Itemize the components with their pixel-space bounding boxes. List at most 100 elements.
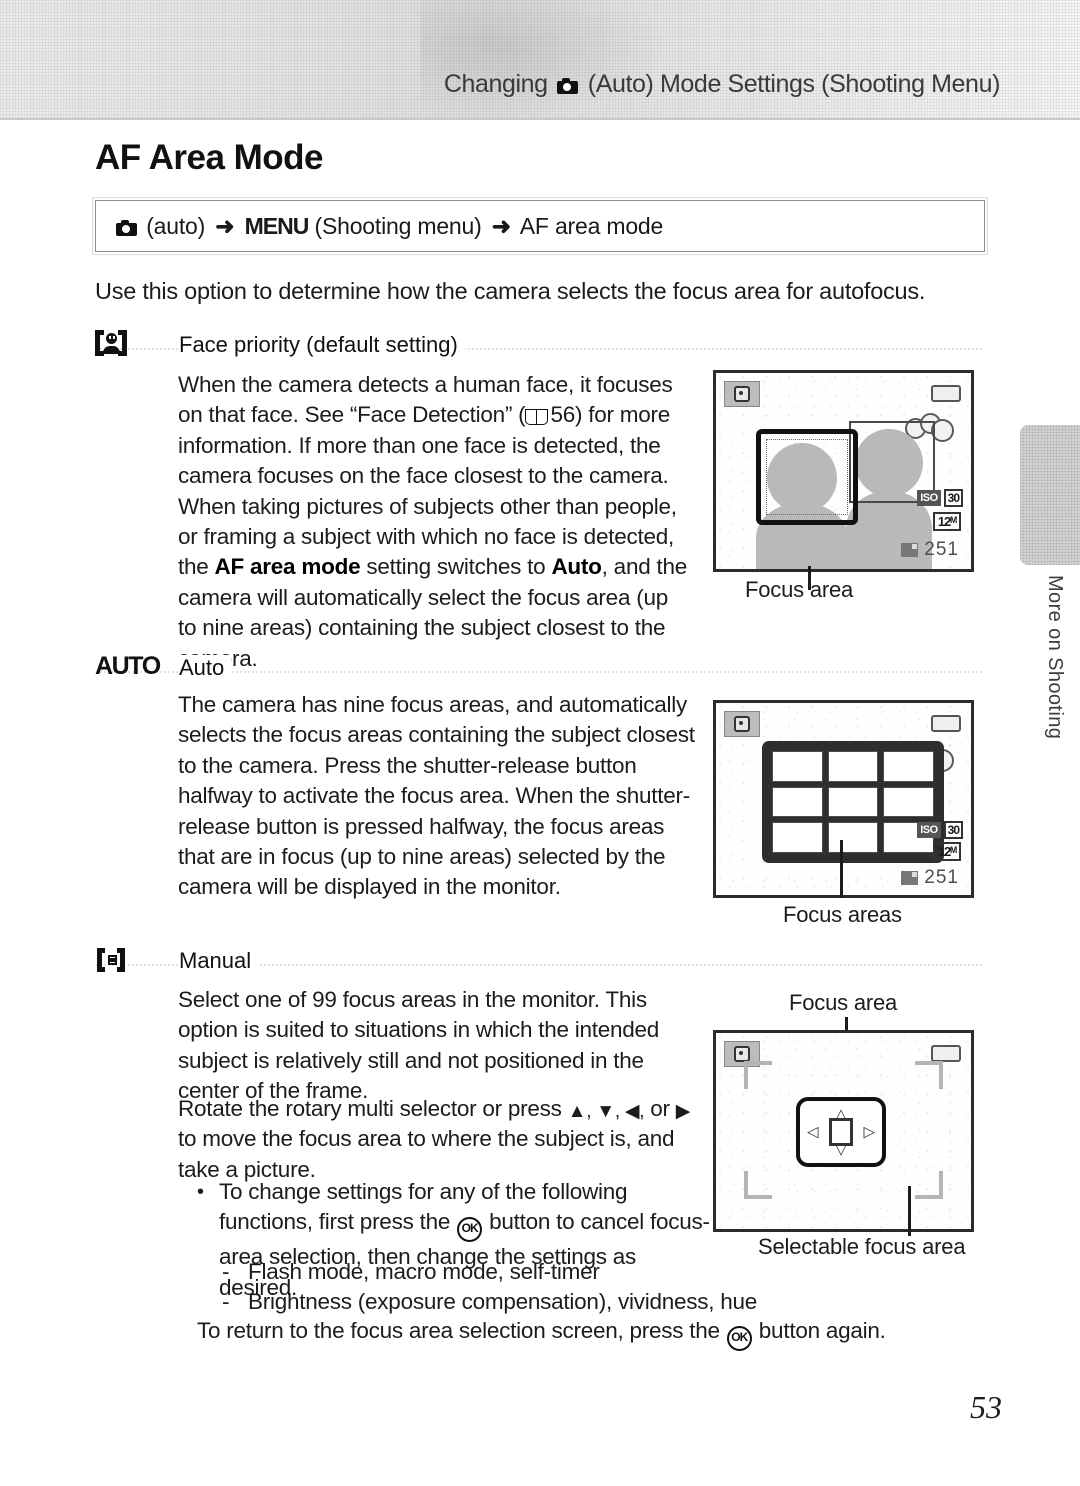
section-body-face-priority: When the camera detects a human face, it… — [178, 370, 688, 674]
iso-label: ISO — [917, 822, 941, 838]
focus-area-cell — [827, 822, 879, 853]
frame-corner-icon — [915, 1061, 943, 1089]
running-head-suffix: (Auto) Mode Settings (Shooting Menu) — [587, 70, 1001, 98]
side-tab-label: More on Shooting — [1044, 575, 1066, 740]
body-text-part3: setting switches to — [360, 554, 552, 580]
focus-area-cell — [772, 822, 823, 853]
frame-corner-icon — [915, 1171, 943, 1199]
menu-path-target: AF area mode — [519, 212, 664, 239]
camera-icon — [557, 78, 579, 94]
memory-card-icon — [901, 543, 919, 557]
arrow-right-icon: ➜ — [491, 212, 511, 239]
frame-corner-icon — [744, 1061, 772, 1089]
menu-path-menu: MENU — [244, 212, 310, 239]
shots-remaining-value: 251 — [924, 867, 959, 888]
menu-path-box: (auto) ➜ MENU (Shooting menu) ➜ AF area … — [95, 200, 985, 252]
menu-path: (auto) ➜ MENU (Shooting menu) ➜ AF area … — [96, 213, 663, 240]
manual-rotate-text: Rotate the rotary multi selector or pres… — [178, 1096, 568, 1121]
side-tab — [1020, 425, 1080, 565]
camera-icon — [116, 219, 137, 236]
focus-area-cell — [827, 786, 879, 818]
image-size-indicator: 12ᴹ — [932, 842, 961, 861]
caption-leader-line — [840, 840, 843, 898]
running-head-prefix: Changing — [443, 70, 548, 98]
illustration-caption-bottom: Selectable focus area — [758, 1234, 966, 1259]
shooting-mode-icon — [724, 711, 760, 737]
memory-card-icon — [901, 871, 919, 885]
battery-icon — [931, 715, 961, 732]
battery-icon — [931, 385, 961, 402]
manual-move-text: to move the focus area to where the subj… — [178, 1126, 675, 1182]
menu-path-auto: (auto) — [146, 212, 206, 239]
frame-corner-icon — [744, 1171, 772, 1199]
section-body-auto: The camera has nine focus areas, and aut… — [178, 692, 695, 900]
direction-arrows-icon: ▲, ▼, ◀, — [567, 1101, 645, 1122]
image-size-indicator: 12ᴹ — [932, 512, 961, 531]
manual-or-text: or — [644, 1096, 676, 1121]
manual-selectable-monitor: △ ▽ ◁ ▷ — [713, 1030, 974, 1232]
page-reference-icon — [525, 407, 549, 426]
focus-area-cell — [772, 786, 823, 818]
section-body-manual-p2: Rotate the rotary multi selector or pres… — [178, 1094, 708, 1185]
sub-bullet-item: - Flash mode, macro mode, self-timer — [222, 1257, 808, 1287]
iso-value: 30 — [943, 821, 963, 839]
focus-area-cell — [827, 751, 879, 782]
focus-bracket-right — [841, 1118, 853, 1146]
iso-value: 30 — [943, 489, 963, 507]
dash-marker: - — [222, 1289, 230, 1314]
sub-bullet-text: Flash mode, macro mode, self-timer — [248, 1259, 600, 1284]
section-title: Face priority (default setting) — [179, 332, 465, 358]
illustration-caption-top: Focus area — [789, 990, 898, 1015]
shots-remaining-indicator: 251 — [901, 539, 959, 561]
auto-icon: AUTO — [95, 652, 161, 680]
focus-bracket-left — [829, 1118, 841, 1146]
closing-text-a: To return to the focus area selection sc… — [197, 1318, 726, 1343]
menu-path-menu-paren: (Shooting menu) — [314, 212, 482, 239]
sub-bullet-text: Brightness (exposure compensation), vivi… — [248, 1289, 758, 1314]
body-text-part2: ) for more information. If more than one… — [178, 402, 677, 580]
arrow-right-icon: ➜ — [215, 212, 235, 239]
section-header-face-priority: Face priority (default setting) — [95, 330, 983, 362]
arrow-left-icon: ◁ — [807, 1123, 819, 1141]
dash-marker: - — [222, 1259, 230, 1284]
section-body-manual-p1: Select one of 99 focus areas in the moni… — [178, 987, 660, 1104]
section-header-manual: Manual — [95, 948, 983, 978]
arrow-right-icon: ▶ — [675, 1101, 691, 1122]
section-title: Auto — [179, 655, 232, 681]
running-head: Changing (Auto) Mode Settings (Shooting … — [0, 70, 1001, 99]
nine-focus-areas-grid — [762, 741, 944, 863]
ok-button-icon: OK — [457, 1217, 483, 1243]
page-reference-number: 56 — [550, 402, 575, 428]
caption-leader-line — [908, 1186, 911, 1236]
body-bold-af-area-mode: AF area mode — [214, 554, 361, 580]
header-band — [0, 0, 1080, 120]
page-number: 53 — [970, 1389, 1002, 1425]
shots-remaining-value: 251 — [924, 539, 959, 560]
page-title: AF Area Mode — [95, 138, 324, 177]
shooting-mode-icon — [724, 381, 760, 407]
iso-indicator: ISO 30 — [917, 489, 963, 507]
focus-area-cell — [883, 786, 934, 818]
bullet-marker: • — [197, 1181, 204, 1203]
illustration-caption: Focus areas — [783, 902, 902, 927]
body-bold-auto: Auto — [551, 554, 602, 580]
face-priority-monitor: ISO 30 12ᴹ 251 — [713, 370, 974, 572]
arrow-right-icon: ▷ — [863, 1123, 875, 1141]
active-focus-area-box — [756, 429, 858, 525]
battery-icon — [931, 1045, 961, 1062]
iso-label: ISO — [917, 490, 941, 506]
selectable-focus-cursor: △ ▽ ◁ ▷ — [796, 1097, 886, 1167]
illustration-caption: Focus area — [745, 577, 854, 602]
intro-paragraph: Use this option to determine how the cam… — [95, 278, 926, 304]
manual-closing-text: To return to the focus area selection sc… — [197, 1316, 917, 1351]
iso-indicator: ISO 30 — [917, 821, 963, 839]
sub-bullet-item: - Brightness (exposure compensation), vi… — [222, 1287, 848, 1317]
ok-button-icon: OK — [726, 1326, 752, 1351]
closing-text-b: button again. — [752, 1318, 886, 1343]
auto-nine-areas-monitor: ISO 30 12ᴹ 251 — [713, 700, 974, 898]
focus-area-cell — [772, 751, 823, 782]
shots-remaining-indicator: 251 — [901, 867, 959, 889]
focus-area-cell — [883, 751, 934, 782]
section-title: Manual — [179, 948, 259, 974]
section-header-auto: AUTO Auto — [95, 652, 983, 685]
